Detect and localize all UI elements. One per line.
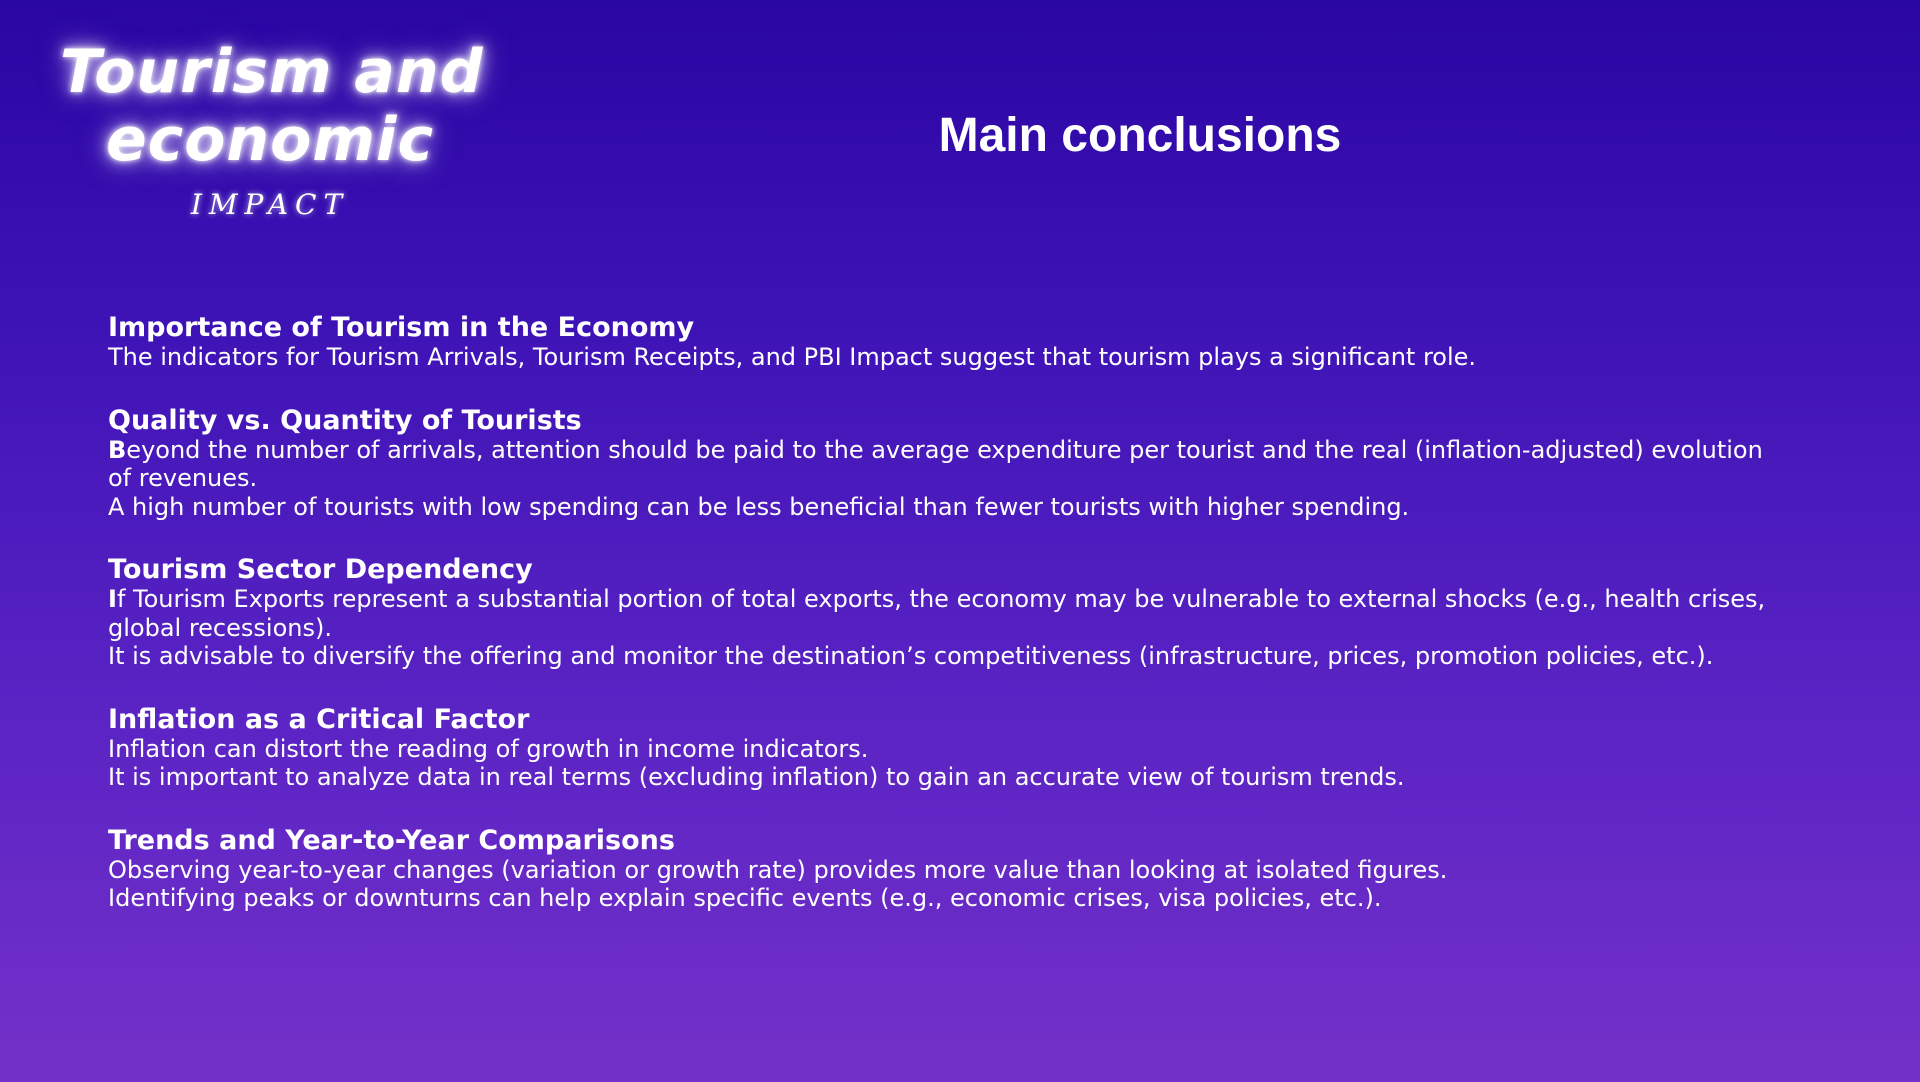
section-heading: Tourism Sector Dependency: [108, 554, 533, 585]
paragraph-text: The indicators for Tourism Arrivals, Tou…: [108, 343, 1477, 371]
section-paragraph: A high number of tourists with low spend…: [108, 493, 1768, 522]
paragraph-text: It is advisable to diversify the offerin…: [108, 642, 1714, 670]
section-heading: Importance of Tourism in the Economy: [108, 312, 695, 343]
section-paragraph: Identifying peaks or downturns can help …: [108, 884, 1768, 913]
paragraph-lead-letter: I: [108, 585, 117, 613]
section-heading: Trends and Year-to-Year Comparisons: [108, 824, 675, 856]
logo: Tourism and economic IMPACT: [60, 37, 484, 221]
logo-subtitle: IMPACT: [190, 188, 350, 221]
section-quality-vs-quantity: Quality vs. Quantity of Tourists Beyond …: [108, 405, 1768, 522]
paragraph-text: Observing year-to-year changes (variatio…: [108, 855, 1448, 884]
page-title: Main conclusions: [938, 109, 1342, 162]
paragraph-text: Inflation can distort the reading of gro…: [108, 734, 869, 763]
paragraph-text: A high number of tourists with low spend…: [108, 492, 1410, 521]
section-paragraph: It is advisable to diversify the offerin…: [108, 642, 1768, 671]
paragraph-text: It is important to analyze data in real …: [108, 763, 1405, 791]
section-paragraph: Beyond the number of arrivals, attention…: [108, 436, 1768, 493]
section-paragraph: Observing year-to-year changes (variatio…: [108, 856, 1768, 885]
section-paragraph: If Tourism Exports represent a substanti…: [108, 585, 1768, 642]
logo-title-line-2: economic: [105, 105, 435, 175]
section-sector-dependency: Tourism Sector Dependency If Tourism Exp…: [108, 554, 1768, 671]
section-heading: Quality vs. Quantity of Tourists: [108, 404, 582, 436]
conclusions-list: Importance of Tourism in the Economy The…: [108, 312, 1768, 946]
paragraph-text: f Tourism Exports represent a substantia…: [108, 585, 1766, 642]
paragraph-text: eyond the number of arrivals, attention …: [108, 435, 1763, 493]
slide: Tourism and economic IMPACT Main conclus…: [0, 0, 1920, 1082]
section-paragraph: The indicators for Tourism Arrivals, Tou…: [108, 343, 1768, 372]
section-paragraph: It is important to analyze data in real …: [108, 763, 1768, 792]
section-heading: Inflation as a Critical Factor: [108, 703, 530, 735]
section-inflation-factor: Inflation as a Critical Factor Inflation…: [108, 704, 1768, 792]
section-tourism-importance: Importance of Tourism in the Economy The…: [108, 312, 1768, 372]
logo-title-line-1: Tourism and: [60, 37, 484, 107]
paragraph-lead-letter: B: [108, 435, 127, 464]
paragraph-text: Identifying peaks or downturns can help …: [108, 884, 1382, 912]
section-year-to-year-trends: Trends and Year-to-Year Comparisons Obse…: [108, 825, 1768, 913]
section-paragraph: Inflation can distort the reading of gro…: [108, 735, 1768, 764]
